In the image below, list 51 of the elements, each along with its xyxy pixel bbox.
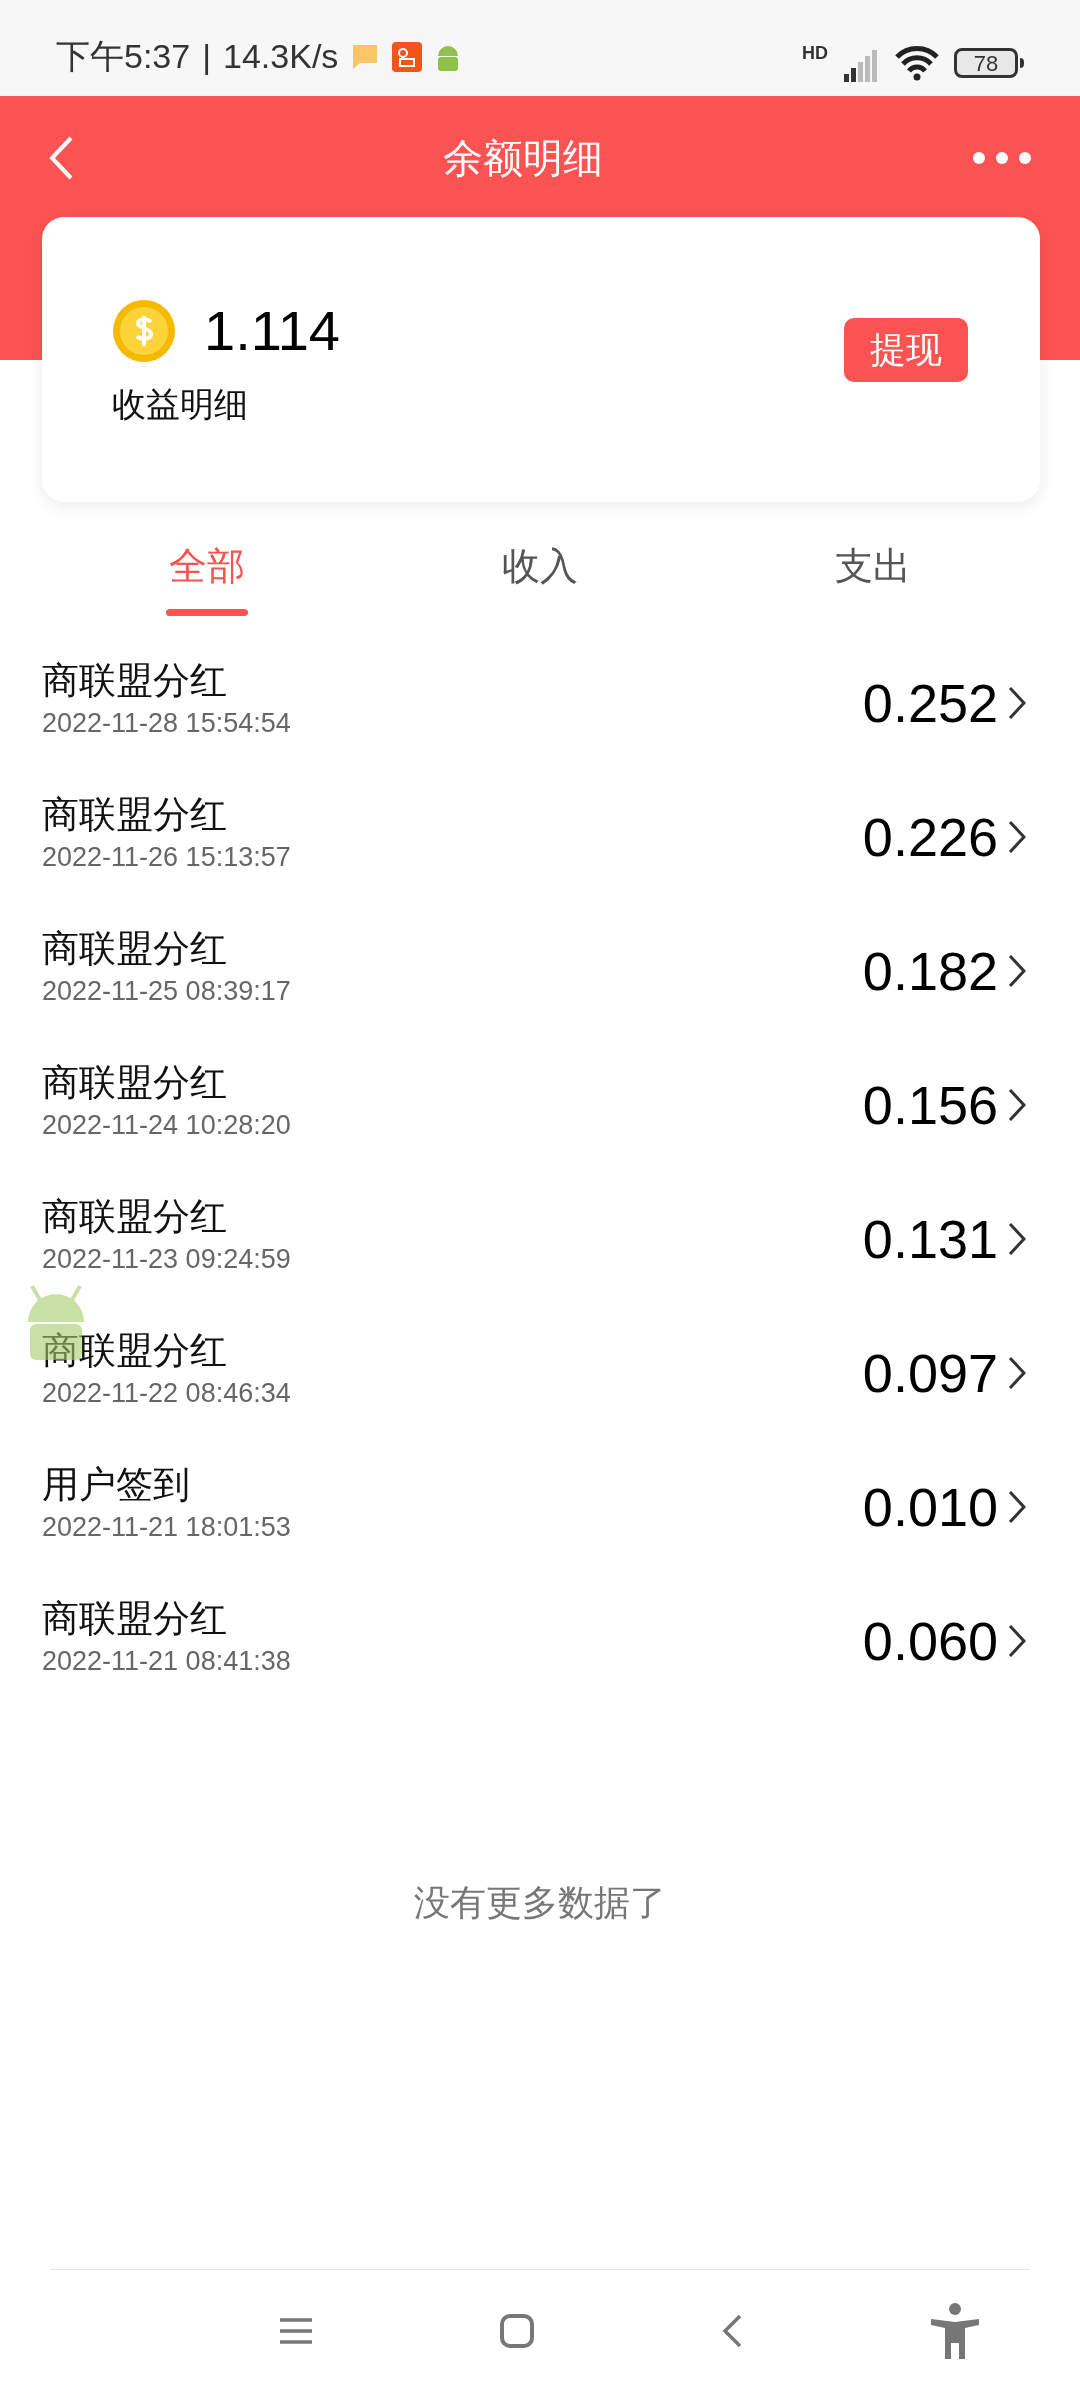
no-more-data-text: 没有更多数据了 bbox=[413, 1881, 667, 1925]
record-time: 2022-11-21 18:01:53 bbox=[42, 1511, 291, 1544]
record-amount: 0.182 bbox=[862, 939, 998, 1003]
balance-label: 收益明细 bbox=[112, 384, 249, 425]
chevron-icon bbox=[1008, 1356, 1026, 1390]
home-icon[interactable] bbox=[500, 2314, 534, 2348]
chevron-icon bbox=[1008, 1222, 1026, 1256]
chevron-icon bbox=[1008, 954, 1026, 988]
record-time: 2022-11-24 10:28:20 bbox=[42, 1109, 291, 1142]
chevron-icon bbox=[1008, 1088, 1026, 1122]
record-title: 用户签到 bbox=[42, 1463, 191, 1507]
record-time: 2022-11-21 08:41:38 bbox=[42, 1645, 291, 1678]
record-time: 2022-11-26 15:13:57 bbox=[42, 841, 291, 874]
page-title: 余额明细 bbox=[443, 135, 603, 182]
status-time: 下午5:37 bbox=[56, 36, 191, 77]
record-amount: 0.060 bbox=[862, 1609, 998, 1673]
network-type-label: HD bbox=[802, 42, 828, 65]
record-amount: 0.010 bbox=[862, 1475, 998, 1539]
chevron-icon bbox=[1008, 820, 1026, 854]
record-title: 商联盟分红 bbox=[42, 927, 228, 971]
record-amount: 0.252 bbox=[862, 671, 998, 735]
balance-amount: 1.114 bbox=[204, 298, 340, 364]
record-time: 2022-11-28 15:54:54 bbox=[42, 707, 291, 740]
wifi-icon bbox=[894, 45, 940, 81]
record-title: 商联盟分红 bbox=[42, 1061, 228, 1105]
status-separator: | bbox=[202, 36, 212, 77]
record-amount: 0.226 bbox=[862, 805, 998, 869]
coin-icon bbox=[112, 299, 176, 363]
chevron-icon bbox=[1008, 686, 1026, 720]
network-speed: 14.3K/s bbox=[223, 36, 339, 77]
more-icon[interactable] bbox=[972, 151, 1032, 165]
battery-indicator: 78 bbox=[954, 48, 1018, 78]
record-amount: 0.097 bbox=[862, 1341, 998, 1405]
record-title: 商联盟分红 bbox=[42, 1329, 228, 1373]
record-amount: 0.131 bbox=[862, 1207, 998, 1271]
tab[interactable]: 收入 bbox=[373, 512, 707, 632]
back-icon[interactable] bbox=[722, 2314, 742, 2348]
record-title: 商联盟分红 bbox=[42, 659, 228, 703]
record-title: 商联盟分红 bbox=[42, 793, 228, 837]
menu-icon[interactable] bbox=[280, 2317, 312, 2345]
accessibility-icon[interactable] bbox=[930, 2303, 980, 2359]
record-amount: 0.156 bbox=[862, 1073, 998, 1137]
record-title: 商联盟分红 bbox=[42, 1195, 228, 1239]
record-title: 商联盟分红 bbox=[42, 1597, 228, 1641]
app-icon bbox=[392, 41, 423, 72]
chevron-icon bbox=[1008, 1490, 1026, 1524]
record-time: 2022-11-23 09:24:59 bbox=[42, 1243, 291, 1276]
record-time: 2022-11-25 08:39:17 bbox=[42, 975, 291, 1008]
tab[interactable]: 支出 bbox=[706, 512, 1040, 632]
chevron-icon bbox=[1008, 1624, 1026, 1658]
record-time: 2022-11-22 08:46:34 bbox=[42, 1377, 291, 1410]
